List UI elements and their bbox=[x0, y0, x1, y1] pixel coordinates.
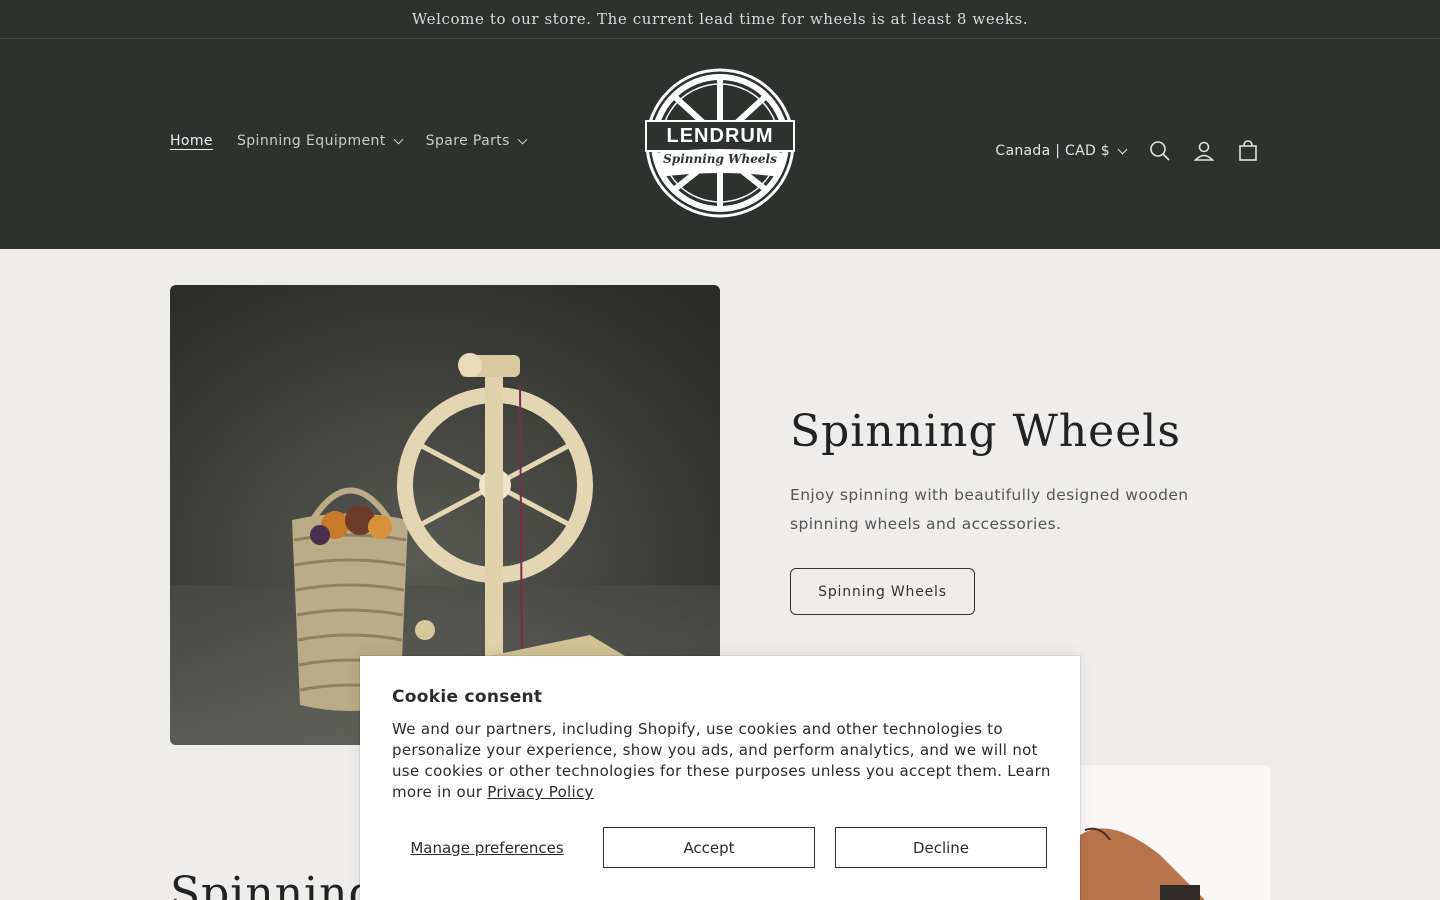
accept-button[interactable]: Accept bbox=[603, 827, 815, 868]
cart-icon bbox=[1239, 140, 1257, 161]
manage-preferences-label: Manage preferences bbox=[410, 838, 564, 857]
search-button[interactable] bbox=[1138, 129, 1182, 173]
hero-cta-button[interactable]: Spinning Wheels bbox=[790, 568, 975, 615]
announcement-bar: Welcome to our store. The current lead t… bbox=[0, 0, 1440, 39]
account-button[interactable] bbox=[1182, 129, 1226, 173]
chevron-down-icon bbox=[1117, 144, 1128, 154]
nav-spinning-equipment[interactable]: Spinning Equipment bbox=[236, 133, 404, 149]
nav-home[interactable]: Home bbox=[170, 133, 213, 149]
header-utilities: Canada | CAD $ bbox=[995, 129, 1270, 173]
section-title: Spinning bbox=[170, 868, 378, 900]
search-icon bbox=[1150, 141, 1170, 161]
accept-label: Accept bbox=[683, 838, 735, 857]
store-logo[interactable]: LENDRUM Spinning Wheels bbox=[640, 67, 800, 219]
main-nav: Home Spinning Equipment Spare Parts bbox=[170, 133, 550, 149]
country-selector[interactable]: Canada | CAD $ bbox=[995, 143, 1128, 159]
hero-description: Enjoy spinning with beautifully designed… bbox=[790, 486, 1189, 533]
account-icon bbox=[1193, 141, 1215, 161]
hero-title: Spinning Wheels bbox=[790, 406, 1181, 457]
cookie-body: We and our partners, including Shopify, … bbox=[392, 719, 1052, 803]
cookie-title: Cookie consent bbox=[392, 687, 543, 707]
decline-button[interactable]: Decline bbox=[835, 827, 1047, 868]
logo-wordmark: LENDRUM bbox=[666, 125, 774, 147]
logo-subtitle: Spinning Wheels bbox=[663, 152, 777, 166]
chevron-down-icon bbox=[393, 134, 404, 144]
cookie-consent-dialog: Cookie consent We and our partners, incl… bbox=[360, 656, 1080, 900]
cart-button[interactable] bbox=[1226, 129, 1270, 173]
nav-home-label: Home bbox=[170, 133, 213, 149]
country-selector-label: Canada | CAD $ bbox=[995, 143, 1110, 159]
decline-label: Decline bbox=[912, 838, 970, 857]
chevron-down-icon bbox=[517, 134, 528, 144]
site-header: Home Spinning Equipment Spare Parts LEND… bbox=[0, 39, 1440, 249]
manage-preferences-button[interactable]: Manage preferences bbox=[392, 827, 582, 868]
nav-spinning-equipment-label: Spinning Equipment bbox=[236, 133, 386, 149]
announcement-text: Welcome to our store. The current lead t… bbox=[411, 10, 1029, 28]
nav-spare-parts[interactable]: Spare Parts bbox=[425, 133, 528, 149]
nav-spare-parts-label: Spare Parts bbox=[425, 133, 510, 149]
hero-cta-label: Spinning Wheels bbox=[818, 583, 947, 600]
privacy-policy-link[interactable]: Privacy Policy bbox=[487, 783, 593, 801]
